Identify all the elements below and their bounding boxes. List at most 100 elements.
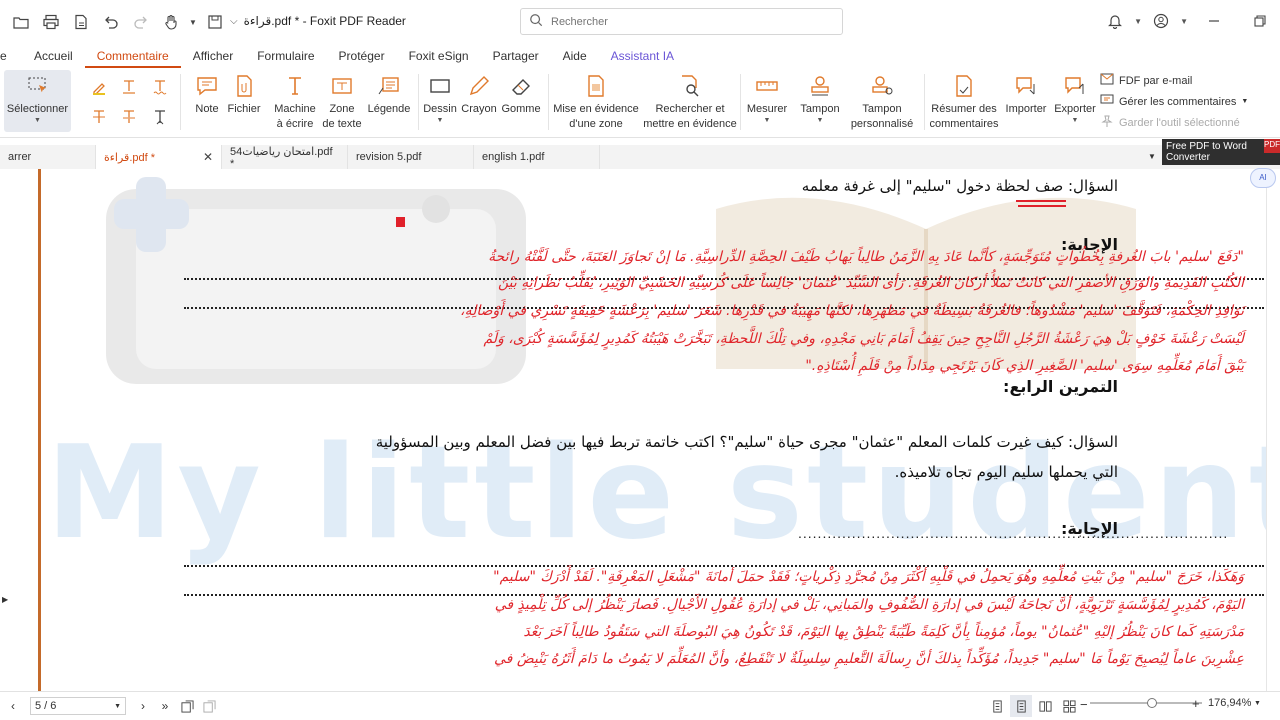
doc-tab-active[interactable]: قراءة.pdf * ✕ xyxy=(96,145,222,169)
zoom-level[interactable]: 176,94% xyxy=(1208,697,1251,709)
chevron-down-icon[interactable]: ⌵ xyxy=(230,16,238,27)
next-page-icon[interactable]: › xyxy=(132,695,154,717)
zoom-slider[interactable] xyxy=(1090,702,1202,704)
callout-button[interactable]: Légende xyxy=(366,70,412,117)
hand-tool-icon[interactable] xyxy=(158,9,184,35)
tab-foxit-esign[interactable]: Foxit eSign xyxy=(397,44,481,68)
tab-formulaire[interactable]: Formulaire xyxy=(245,44,326,68)
export-button[interactable]: Exporter ▼ xyxy=(1052,70,1098,125)
print-icon[interactable] xyxy=(38,9,64,35)
chevron-down-icon[interactable]: ▼ xyxy=(1134,17,1142,26)
highlight-text-icon[interactable] xyxy=(88,76,110,98)
menu-partial[interactable]: e xyxy=(0,44,22,68)
tab-commentaire[interactable]: Commentaire xyxy=(84,44,181,68)
tab-proteger[interactable]: Protéger xyxy=(327,44,397,68)
search-input[interactable] xyxy=(551,15,811,28)
prev-page-icon[interactable]: ‹ xyxy=(2,695,24,717)
search-box[interactable] xyxy=(520,8,843,35)
doc-tab[interactable]: امتحان رياضيات54.pdf * xyxy=(222,145,348,170)
insert-text-icon[interactable] xyxy=(149,106,171,128)
strikeout-text-icon[interactable] xyxy=(88,106,110,128)
ribbon-separator xyxy=(418,74,419,130)
comment-marker[interactable] xyxy=(396,217,405,227)
duplicate-page-icon[interactable] xyxy=(198,695,220,717)
select-button[interactable]: Sélectionner ▼ xyxy=(4,70,71,125)
typewriter-label-2: à écrire xyxy=(276,118,314,130)
restore-window-icon[interactable] xyxy=(1240,8,1280,34)
manage-comments-button[interactable]: Gérer les commentaires ▼ xyxy=(1100,91,1248,112)
area-highlight-label-2: d'une zone xyxy=(569,118,623,130)
pencil-icon xyxy=(467,70,491,102)
extract-page-icon[interactable] xyxy=(176,695,198,717)
pencil-button[interactable]: Crayon xyxy=(461,70,497,117)
tab-partager[interactable]: Partager xyxy=(481,44,551,68)
doc-tab-label: english 1.pdf xyxy=(482,151,545,163)
dotted-line xyxy=(184,565,1264,567)
single-page-view-icon[interactable] xyxy=(986,695,1008,717)
area-highlight-button[interactable]: Mise en évidence d'une zone xyxy=(553,70,639,132)
zoom-slider-handle[interactable] xyxy=(1147,698,1157,708)
minimize-icon[interactable] xyxy=(1194,8,1234,34)
summarize-comments-button[interactable]: Résumer des commentaires xyxy=(928,70,1000,132)
promo-line-2: Converter xyxy=(1166,152,1210,163)
tab-accueil[interactable]: Accueil xyxy=(22,44,85,68)
zoom-out-icon[interactable]: − xyxy=(1080,697,1088,712)
window-title-text: قراءة.pdf * - Foxit PDF Reader xyxy=(243,14,406,28)
chevron-down-icon[interactable]: ▼ xyxy=(188,9,198,35)
import-button[interactable]: Importer xyxy=(1002,70,1050,117)
ai-assistant-icon[interactable]: AI xyxy=(1250,168,1276,188)
tab-assistant-ia[interactable]: Assistant IA xyxy=(599,44,686,68)
doc-tab[interactable]: english 1.pdf xyxy=(474,145,600,169)
redo-icon[interactable] xyxy=(128,9,154,35)
chevron-down-icon[interactable]: ▼ xyxy=(1180,17,1188,26)
keep-tool-selected-button[interactable]: Garder l'outil sélectionné xyxy=(1100,112,1248,133)
promo-banner[interactable]: Free PDF to Word Converter PDF xyxy=(1162,139,1280,165)
last-page-icon[interactable]: » xyxy=(154,695,176,717)
bell-icon[interactable] xyxy=(1102,8,1128,34)
expand-panel-icon[interactable]: ▶ xyxy=(2,595,8,604)
squiggly-text-icon[interactable] xyxy=(149,76,171,98)
measure-button[interactable]: Mesurer ▼ xyxy=(744,70,790,125)
doc-tab[interactable]: arrer xyxy=(0,145,96,169)
zoom-in-icon[interactable]: + xyxy=(1192,696,1200,711)
fdf-email-button[interactable]: FDF par e-mail xyxy=(1100,70,1248,91)
user-account-icon[interactable] xyxy=(1148,8,1174,34)
custom-stamp-button[interactable]: Tampon personnalisé xyxy=(846,70,918,132)
save-disk-icon[interactable] xyxy=(202,9,228,35)
collapse-ribbon-icon[interactable]: ▼ xyxy=(1148,152,1156,161)
tab-aide[interactable]: Aide xyxy=(551,44,599,68)
file-attachment-button[interactable]: Fichier xyxy=(226,70,262,117)
tab-afficher[interactable]: Afficher xyxy=(181,44,245,68)
doc-tab-label: قراءة.pdf * xyxy=(104,151,156,164)
note-button[interactable]: Note xyxy=(190,70,224,117)
answer-1-line: يَبْقَ أَمَامَ مُعَلِّمِهِ سِوَى 'سليم' … xyxy=(805,358,1244,374)
chevron-down-icon[interactable]: ▼ xyxy=(1254,700,1261,707)
search-highlight-icon xyxy=(678,70,702,102)
save-file-icon[interactable] xyxy=(68,9,94,35)
continuous-facing-view-icon[interactable] xyxy=(1058,695,1080,717)
window-controls: ▼ ▼ xyxy=(1102,8,1280,34)
underline-annotation[interactable] xyxy=(1016,200,1066,202)
question-2-line-2: التي يحملها سليم اليوم تجاه تلاميذه. xyxy=(894,463,1118,481)
typewriter-button[interactable]: Machine à écrire xyxy=(270,70,320,132)
chevron-down-icon: ▼ xyxy=(1241,98,1249,105)
underline-text-icon[interactable] xyxy=(118,76,140,98)
continuous-view-icon[interactable] xyxy=(1010,695,1032,717)
answer-dots: ........................................… xyxy=(798,525,1229,541)
facing-view-icon[interactable] xyxy=(1034,695,1056,717)
search-highlight-button[interactable]: Rechercher et mettre en évidence xyxy=(642,70,738,132)
open-folder-icon[interactable] xyxy=(8,9,34,35)
stamp-button[interactable]: Tampon ▼ xyxy=(798,70,842,125)
undo-icon[interactable] xyxy=(98,9,124,35)
callout-label: Légende xyxy=(367,103,411,115)
doc-tab[interactable]: revision 5.pdf xyxy=(348,145,474,169)
page-number-field[interactable]: 5 / 6 ▼ xyxy=(30,697,126,715)
eraser-button[interactable]: Gomme xyxy=(501,70,541,117)
underline-annotation[interactable] xyxy=(1018,205,1066,207)
drawing-button[interactable]: Dessin ▼ xyxy=(422,70,458,125)
pdf-page[interactable]: My little student السؤال: صف لحظة دخول "… xyxy=(36,169,1266,691)
import-icon xyxy=(1014,70,1038,102)
replace-text-icon[interactable] xyxy=(118,106,140,128)
textbox-button[interactable]: Zone de texte xyxy=(320,70,364,132)
close-icon[interactable]: ✕ xyxy=(203,150,213,164)
